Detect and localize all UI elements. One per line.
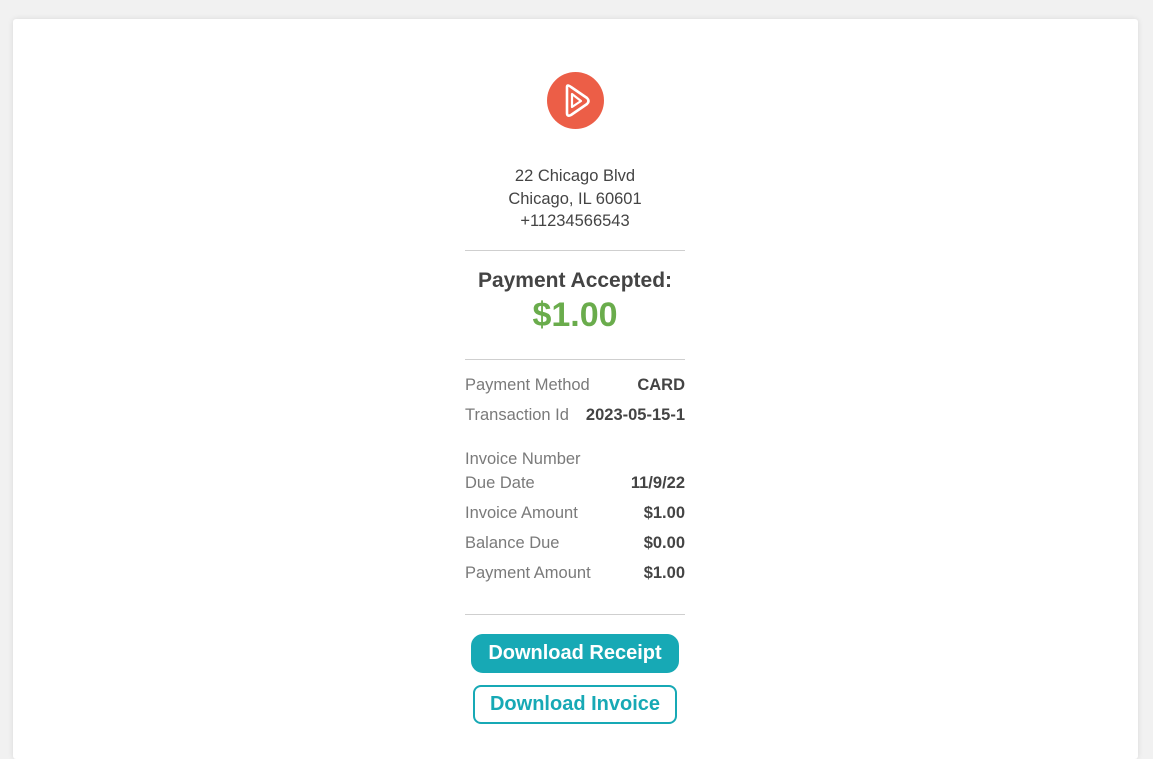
play-logo-icon (547, 72, 604, 129)
balance-due-label: Balance Due (465, 534, 560, 552)
due-date-value: 11/9/22 (630, 474, 685, 492)
due-date-label: Due Date (465, 474, 535, 492)
payment-method-label: Payment Method (465, 376, 590, 394)
transaction-id-label: Transaction Id (465, 406, 569, 424)
divider (465, 250, 685, 251)
download-receipt-button[interactable]: Download Receipt (471, 634, 679, 673)
invoice-amount-row: Invoice Amount $1.00 (465, 504, 685, 523)
payment-amount-label: Payment Amount (465, 564, 591, 582)
payment-amount-display: $1.00 (532, 296, 618, 334)
payment-method-row: Payment Method CARD (465, 376, 685, 395)
invoice-amount-label: Invoice Amount (465, 504, 578, 522)
invoice-number-row: Invoice Number (465, 450, 685, 469)
payment-amount-row: Payment Amount $1.00 (465, 564, 685, 583)
merchant-phone: +11234566543 (520, 212, 630, 230)
divider (465, 359, 685, 360)
balance-due-value: $0.00 (643, 534, 685, 552)
due-date-row: Due Date 11/9/22 (465, 474, 685, 493)
invoice-amount-value: $1.00 (643, 504, 685, 522)
payment-accepted-heading: Payment Accepted: (477, 269, 673, 292)
payment-method-value: CARD (637, 376, 685, 394)
merchant-address: 22 Chicago Blvd Chicago, IL 60601 +11234… (445, 165, 705, 233)
invoice-number-label: Invoice Number (465, 450, 581, 468)
balance-due-row: Balance Due $0.00 (465, 534, 685, 553)
address-line-2: Chicago, IL 60601 (508, 189, 642, 208)
transaction-id-value: 2023-05-15-1 (585, 406, 685, 424)
address-line-1: 22 Chicago Blvd (514, 167, 636, 185)
payment-amount-value: $1.00 (643, 564, 685, 582)
receipt-card: 22 Chicago Blvd Chicago, IL 60601 +11234… (13, 19, 1138, 759)
transaction-id-row: Transaction Id 2023-05-15-1 (465, 406, 685, 425)
divider (465, 614, 685, 615)
download-invoice-button[interactable]: Download Invoice (473, 685, 677, 724)
